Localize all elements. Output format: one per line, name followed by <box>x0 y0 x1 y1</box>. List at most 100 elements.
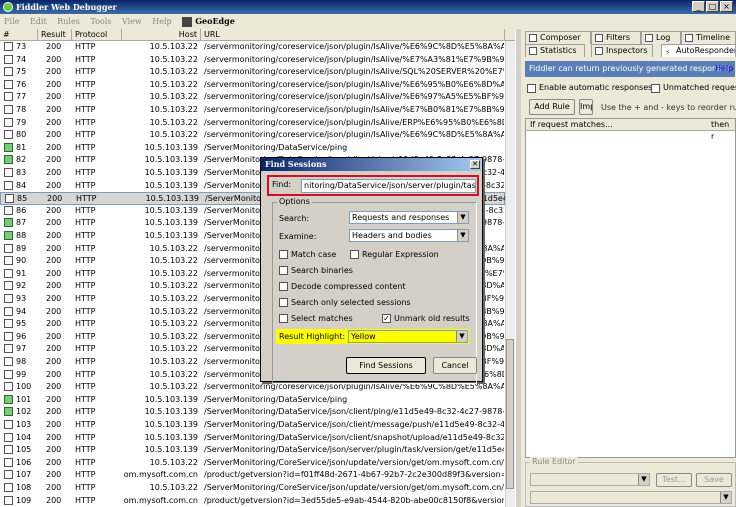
maximize-button[interactable]: □ <box>706 1 719 12</box>
examine-select[interactable]: Headers and bodies ▼ <box>349 229 469 242</box>
rule-editor-group: Rule Editor ▼ Test... Save ▼ <box>525 457 736 507</box>
rule-match-combo[interactable]: ▼ <box>530 473 650 486</box>
find-input[interactable]: nitoring/DataService/json/server/plugin/… <box>301 179 476 193</box>
menu-help[interactable]: Help <box>152 17 171 26</box>
session-icon <box>4 218 13 228</box>
row-host: 10.5.103.139 <box>144 180 198 190</box>
session-icon <box>4 130 13 140</box>
table-row[interactable]: 104 200 HTTP 10.5.103.139/ServerMonitoring/… <box>0 432 505 444</box>
table-row[interactable]: 108 200 HTTP 10.5.103.22/ServerMonitoring/C… <box>0 482 505 494</box>
menu-rules[interactable]: Rules <box>57 17 80 26</box>
regex-checkbox[interactable] <box>350 250 359 259</box>
session-icon <box>4 319 13 329</box>
table-row[interactable]: 101 200 HTTP 10.5.103.139/ServerMonitoring/… <box>0 394 505 406</box>
search-select[interactable]: Requests and responses ▼ <box>349 211 469 224</box>
menu-edit[interactable]: Edit <box>30 17 47 26</box>
row-result: 200 <box>46 331 62 341</box>
table-row[interactable]: 73 200 HTTP 10.5.103.22/servermonitoring/co… <box>0 41 505 53</box>
col-then[interactable]: then r <box>711 119 735 143</box>
menu-file[interactable]: File <box>4 17 19 26</box>
result-highlight-select[interactable]: Yellow ▼ <box>348 330 468 343</box>
save-rule-button[interactable]: Save <box>696 473 732 487</box>
table-row[interactable]: 80 200 HTTP 10.5.103.22/servermonitoring/co… <box>0 129 505 141</box>
row-url: /product/getversion?id=3ed55de5-e9ab-454… <box>204 495 504 505</box>
enable-automatic-responses-checkbox[interactable] <box>527 84 536 93</box>
selected-only-checkbox[interactable] <box>279 298 288 307</box>
session-icon <box>4 445 13 455</box>
row-number: 87 <box>16 218 27 228</box>
table-row[interactable]: 107 200 HTTP om.mysoft.com.cn/product/getve… <box>0 469 505 481</box>
help-link[interactable]: Help <box>715 61 733 77</box>
row-url: /servermonitoring/coreservice/json/plugi… <box>204 79 504 89</box>
test-button[interactable]: Test... <box>656 473 692 487</box>
row-url: /servermonitoring/coreservice/json/plugi… <box>204 117 504 127</box>
select-matches-label: Select matches <box>291 314 353 323</box>
session-icon <box>4 331 13 341</box>
row-host: 10.5.103.22 <box>149 54 198 64</box>
match-case-checkbox[interactable] <box>279 250 288 259</box>
row-protocol: HTTP <box>75 281 96 291</box>
table-row[interactable]: 76 200 HTTP 10.5.103.22/servermonitoring/co… <box>0 79 505 91</box>
tab-inspectors[interactable]: Inspectors <box>591 44 653 57</box>
rule-action-combo[interactable]: ▼ <box>530 491 732 504</box>
menu-view[interactable]: View <box>122 17 142 26</box>
close-window-button[interactable]: × <box>720 1 733 12</box>
row-protocol: HTTP <box>75 79 96 89</box>
find-sessions-button[interactable]: Find Sessions <box>346 357 426 374</box>
col-if-request-matches[interactable]: If request matches... <box>530 119 613 131</box>
menu-tools[interactable]: Tools <box>90 17 111 26</box>
col-result[interactable]: Result <box>38 29 72 41</box>
unmatched-requests-checkbox[interactable] <box>651 84 660 93</box>
table-row[interactable]: 106 200 HTTP 10.5.103.22/ServerMonitoring/C… <box>0 457 505 469</box>
sessions-scrollbar-thumb[interactable] <box>506 339 514 489</box>
select-matches-checkbox[interactable] <box>279 314 288 323</box>
timeline-icon <box>685 34 693 42</box>
rules-list[interactable]: If request matches... then r <box>525 118 736 458</box>
session-icon <box>4 457 13 467</box>
unmark-old-results-checkbox[interactable]: ✓ <box>382 314 391 323</box>
tab-composer[interactable]: Composer <box>525 31 591 44</box>
table-row[interactable]: 78 200 HTTP 10.5.103.22/servermonitoring/co… <box>0 104 505 116</box>
tab-log[interactable]: Log <box>641 31 681 44</box>
close-icon[interactable]: ✕ <box>470 160 480 169</box>
filters-icon <box>595 34 603 42</box>
row-url: /servermonitoring/coreservice/json/plugi… <box>204 105 504 114</box>
table-row[interactable]: 81 200 HTTP 10.5.103.139/ServerMonitoring/D… <box>0 142 505 154</box>
row-result: 200 <box>46 155 62 165</box>
table-row[interactable]: 103 200 HTTP 10.5.103.139/ServerMonitoring/… <box>0 419 505 431</box>
col-url[interactable]: URL <box>201 29 505 41</box>
table-row[interactable]: 105 200 HTTP 10.5.103.139/ServerMonitoring/… <box>0 444 505 456</box>
import-button[interactable]: Import <box>579 99 593 115</box>
minimize-button[interactable]: _ <box>692 1 705 12</box>
log-icon <box>645 34 653 42</box>
geoedge-menu[interactable]: GeoEdge <box>182 16 243 27</box>
table-row[interactable]: 75 200 HTTP 10.5.103.22/servermonitoring/co… <box>0 66 505 78</box>
table-row[interactable]: 109 200 HTTP om.mysoft.com.cn/product/getve… <box>0 495 505 507</box>
row-host: 10.5.103.22 <box>149 294 198 303</box>
col-protocol[interactable]: Protocol <box>72 29 122 41</box>
session-icon <box>4 344 13 354</box>
tab-autoresponder[interactable]: ⚡ AutoResponder <box>661 44 736 57</box>
cancel-button[interactable]: Cancel <box>433 357 477 374</box>
tab-autoresponder-label: AutoResponder <box>676 46 736 55</box>
table-row[interactable]: 79 200 HTTP 10.5.103.22/servermonitoring/co… <box>0 117 505 129</box>
col-number[interactable]: # <box>0 29 38 41</box>
row-number: 82 <box>16 155 27 165</box>
add-rule-button[interactable]: Add Rule <box>529 99 575 115</box>
row-result: 200 <box>46 130 62 140</box>
session-icon <box>4 92 13 102</box>
decode-checkbox[interactable] <box>279 282 288 291</box>
row-protocol: HTTP <box>75 42 96 51</box>
row-number: 107 <box>16 470 32 480</box>
row-url: /ServerMonitoring/CoreService/json/updat… <box>204 457 504 467</box>
col-host[interactable]: Host <box>122 29 201 41</box>
session-icon <box>4 180 13 190</box>
tab-timeline[interactable]: Timeline <box>681 31 736 44</box>
search-binaries-checkbox[interactable] <box>279 266 288 275</box>
table-row[interactable]: 102 200 HTTP 10.5.103.139/ServerMonitoring/… <box>0 406 505 418</box>
table-row[interactable]: 77 200 HTTP 10.5.103.22/servermonitoring/co… <box>0 91 505 103</box>
row-result: 200 <box>46 54 62 64</box>
tab-filters[interactable]: Filters <box>591 31 641 44</box>
tab-statistics[interactable]: Statistics <box>525 44 585 57</box>
table-row[interactable]: 74 200 HTTP 10.5.103.22/servermonitoring/co… <box>0 54 505 66</box>
